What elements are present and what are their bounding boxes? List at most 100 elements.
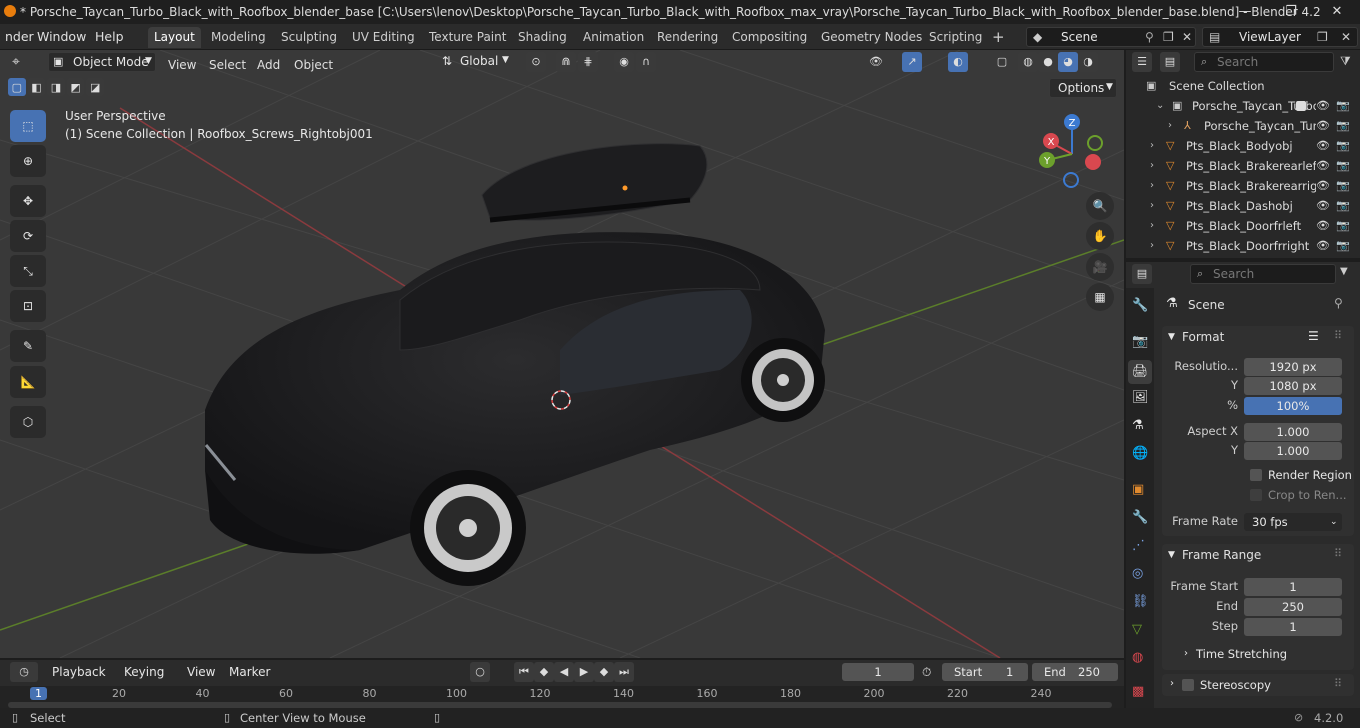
select-new-icon[interactable]: ▢: [8, 78, 26, 96]
outliner-item[interactable]: › ▽ Pts_Black_Dashobj 👁 📷: [1126, 196, 1360, 216]
zoom-button[interactable]: 🔍: [1086, 192, 1114, 220]
maximize-button[interactable]: ❐: [1268, 0, 1314, 24]
mode-dropdown[interactable]: ▣ Object Mode ▼: [48, 52, 156, 72]
xray-icon[interactable]: ▢: [992, 52, 1012, 72]
stopwatch-icon[interactable]: ⏱: [922, 665, 931, 680]
tab-sculpting[interactable]: Sculpting: [275, 27, 343, 48]
visibility-icon[interactable]: 👁: [866, 52, 886, 72]
presets-icon[interactable]: ☰: [1308, 329, 1319, 343]
menu-view[interactable]: View: [168, 54, 196, 76]
tab-uv-editing[interactable]: UV Editing: [346, 27, 421, 48]
world-tab-icon[interactable]: 🌐: [1132, 446, 1148, 461]
chevron-right-icon[interactable]: ›: [1150, 176, 1154, 196]
falloff-icon[interactable]: ∩: [636, 52, 656, 72]
outliner-item[interactable]: › ▽ Pts_Black_Brakerearleft 👁 📷: [1126, 156, 1360, 176]
render-camera-icon[interactable]: 📷: [1336, 116, 1350, 136]
frame-end-field[interactable]: 250: [1244, 598, 1342, 616]
chevron-down-icon[interactable]: ⌄: [1156, 96, 1164, 116]
output-tab-icon[interactable]: 🖨: [1128, 360, 1152, 384]
crop-checkbox[interactable]: [1250, 489, 1262, 501]
visibility-eye-icon[interactable]: 👁: [1316, 196, 1330, 216]
editor-type-button[interactable]: ⌖: [10, 52, 40, 72]
select-intersect-icon[interactable]: ◪: [86, 78, 104, 96]
menu-object[interactable]: Object: [294, 54, 333, 76]
aspect-x-field[interactable]: 1.000: [1244, 423, 1342, 441]
wireframe-shading-icon[interactable]: ◍: [1018, 52, 1038, 72]
properties-search[interactable]: ⌕ Search: [1190, 264, 1336, 284]
play-icon[interactable]: ▶: [574, 662, 594, 682]
tool-scale[interactable]: ⤡: [10, 255, 46, 287]
select-invert-icon[interactable]: ◩: [66, 78, 85, 96]
drag-handle-icon[interactable]: ⠿: [1334, 677, 1342, 690]
material-tab-icon[interactable]: ◍: [1132, 650, 1143, 665]
format-title[interactable]: Format: [1182, 330, 1224, 344]
add-workspace-button[interactable]: +: [986, 27, 1011, 48]
tool-annotate[interactable]: ✎: [10, 330, 46, 362]
select-subtract-icon[interactable]: ◨: [47, 78, 65, 96]
snap-target-icon[interactable]: ⋕: [578, 52, 598, 72]
proportional-edit-icon[interactable]: ◉: [614, 52, 634, 72]
stereoscopy-panel[interactable]: › Stereoscopy ⠿: [1162, 674, 1354, 696]
render-camera-icon[interactable]: 📷: [1336, 176, 1350, 196]
aspect-y-field[interactable]: 1.000: [1244, 442, 1342, 460]
chevron-right-icon[interactable]: ›: [1150, 236, 1154, 256]
texture-tab-icon[interactable]: ▩: [1132, 684, 1144, 699]
resolution-percent-field[interactable]: 100%: [1244, 397, 1342, 415]
tab-compositing[interactable]: Compositing: [726, 27, 813, 48]
physics-tab-icon[interactable]: ◎: [1132, 566, 1143, 581]
jump-keyframe-forward-icon[interactable]: ◆: [594, 662, 614, 682]
tab-rendering[interactable]: Rendering: [651, 27, 724, 48]
chevron-right-icon[interactable]: ›: [1150, 156, 1154, 176]
drag-handle-icon[interactable]: ⠿: [1334, 547, 1342, 560]
material-shading-icon[interactable]: ◕: [1058, 52, 1078, 72]
outliner-search[interactable]: ⌕ Search: [1194, 52, 1334, 72]
filter-icon[interactable]: ⧩: [1340, 54, 1351, 69]
resolution-y-field[interactable]: 1080 px: [1244, 377, 1342, 395]
modifier-tab-icon[interactable]: 🔧: [1132, 510, 1148, 525]
time-stretching-label[interactable]: Time Stretching: [1196, 647, 1287, 661]
minimize-button[interactable]: —: [1222, 0, 1268, 24]
tool-cursor[interactable]: ⊕: [10, 145, 46, 177]
visibility-eye-icon[interactable]: 👁: [1316, 116, 1330, 136]
chevron-right-icon[interactable]: ›: [1150, 136, 1154, 156]
tool-select-box[interactable]: ⬚: [10, 110, 46, 142]
render-tab-icon[interactable]: 📷: [1132, 334, 1148, 349]
menu-select[interactable]: Select: [209, 54, 246, 76]
render-camera-icon[interactable]: 📷: [1336, 96, 1350, 116]
chevron-right-icon[interactable]: ›: [1150, 216, 1154, 236]
render-camera-icon[interactable]: 📷: [1336, 236, 1350, 256]
start-frame-field[interactable]: Start 1: [942, 663, 1028, 681]
end-frame-field[interactable]: End 250: [1032, 663, 1118, 681]
drag-handle-icon[interactable]: ⠿: [1334, 329, 1342, 342]
tool-measure[interactable]: 📐: [10, 366, 46, 398]
jump-start-icon[interactable]: ⏮: [514, 662, 534, 682]
chevron-right-icon[interactable]: ›: [1168, 116, 1172, 136]
outliner-root[interactable]: ▣ Scene Collection: [1126, 76, 1360, 96]
exclude-checkbox[interactable]: [1296, 101, 1306, 111]
visibility-eye-icon[interactable]: 👁: [1316, 236, 1330, 256]
menu-help[interactable]: Help: [90, 28, 129, 46]
chevron-down-icon[interactable]: ▼: [1168, 550, 1175, 560]
playhead-frame[interactable]: 1: [30, 687, 47, 700]
display-mode-icon[interactable]: ▤: [1160, 52, 1180, 72]
copy-icon[interactable]: ❐: [1163, 30, 1174, 44]
resolution-x-field[interactable]: 1920 px: [1244, 358, 1342, 376]
car-model[interactable]: [204, 143, 825, 586]
menu-playback[interactable]: Playback: [52, 665, 106, 679]
outliner-editor-icon[interactable]: ☰: [1132, 52, 1152, 72]
menu-view[interactable]: View: [187, 665, 215, 679]
play-reverse-icon[interactable]: ◀: [554, 662, 574, 682]
visibility-eye-icon[interactable]: 👁: [1316, 176, 1330, 196]
close-button[interactable]: ✕: [1314, 0, 1360, 24]
render-camera-icon[interactable]: 📷: [1336, 216, 1350, 236]
pin-icon[interactable]: ⚲: [1145, 30, 1154, 44]
menu-marker[interactable]: Marker: [229, 665, 270, 679]
tab-animation[interactable]: Animation: [577, 27, 650, 48]
frame-start-field[interactable]: 1: [1244, 578, 1342, 596]
render-camera-icon[interactable]: 📷: [1336, 156, 1350, 176]
frame-rate-dropdown[interactable]: 30 fps ⌄: [1244, 513, 1342, 531]
auto-keying-icon[interactable]: ○: [470, 662, 490, 682]
stereoscopy-checkbox[interactable]: [1182, 679, 1194, 691]
scene-tab-icon[interactable]: ⚗: [1132, 418, 1144, 433]
tool-transform[interactable]: ⊡: [10, 290, 46, 322]
